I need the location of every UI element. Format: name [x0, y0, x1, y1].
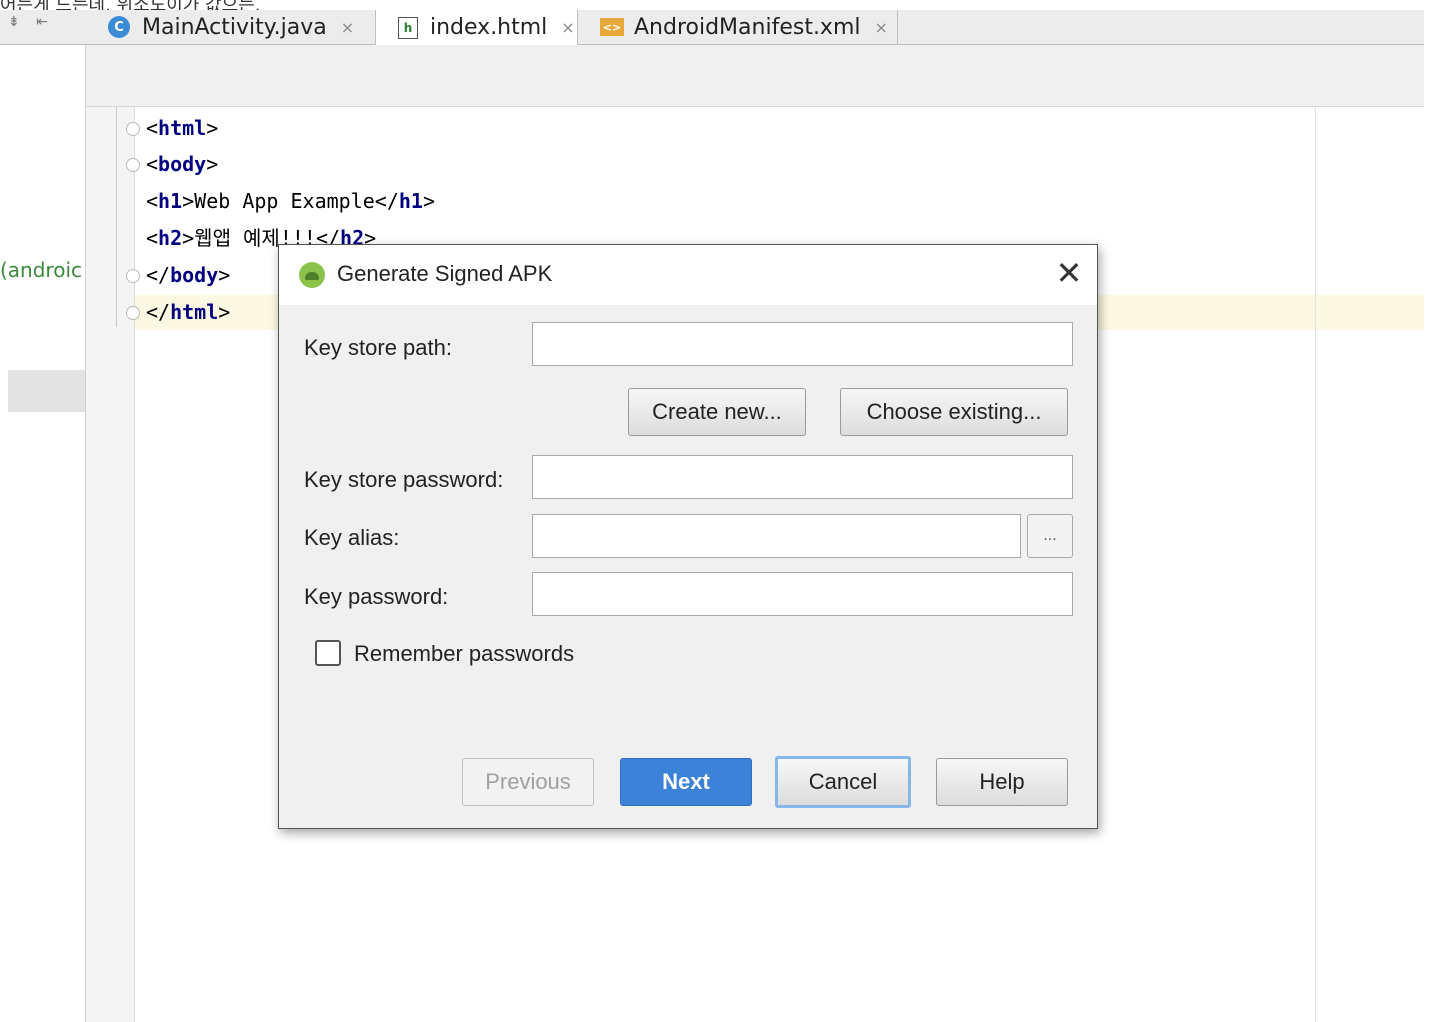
close-icon[interactable]: × — [561, 18, 574, 37]
close-icon[interactable]: × — [875, 18, 888, 37]
code-line[interactable]: <h1>Web App Example</h1> — [146, 189, 435, 213]
tab-toolbar-icons[interactable]: ⇟ ⇤ — [8, 14, 54, 30]
key-password-field[interactable] — [532, 572, 1073, 616]
key-store-password-field[interactable] — [532, 455, 1073, 499]
tab-label: AndroidManifest.xml — [634, 14, 861, 40]
project-panel-selection[interactable] — [8, 370, 85, 412]
close-icon[interactable]: ✕ — [1049, 253, 1089, 293]
fold-icon[interactable] — [126, 306, 140, 320]
key-store-path-label: Key store path: — [304, 335, 452, 360]
remember-passwords-checkbox[interactable] — [315, 640, 341, 666]
key-password-label: Key password: — [304, 584, 449, 609]
dialog-title: Generate Signed APK — [337, 261, 553, 286]
tab-label: MainActivity.java — [142, 14, 327, 40]
remember-passwords-label[interactable]: Remember passwords — [354, 641, 574, 667]
html-file-icon: h — [398, 16, 418, 39]
close-icon[interactable]: × — [341, 18, 354, 37]
gutter-divider — [116, 107, 117, 327]
key-alias-field[interactable] — [532, 514, 1021, 558]
tab-mainactivity[interactable]: C MainActivity.java × — [86, 10, 376, 44]
previous-button[interactable]: Previous — [462, 758, 594, 806]
key-alias-label: Key alias: — [304, 525, 400, 550]
fold-icon[interactable] — [126, 269, 140, 283]
fold-icon[interactable] — [126, 122, 140, 136]
tab-index-html[interactable]: h index.html × — [376, 10, 578, 45]
cancel-button[interactable]: Cancel — [775, 756, 911, 808]
java-class-icon: C — [108, 16, 130, 38]
editor-gutter — [86, 107, 135, 1022]
next-button[interactable]: Next — [620, 758, 752, 806]
tab-androidmanifest[interactable]: <> AndroidManifest.xml × — [578, 10, 898, 44]
code-line[interactable]: <body> — [146, 152, 218, 176]
code-line[interactable]: <html> — [146, 116, 218, 140]
key-alias-browse-button[interactable]: ... — [1027, 514, 1073, 558]
project-panel: (androic — [0, 45, 86, 1022]
android-studio-icon — [299, 262, 325, 288]
code-line[interactable]: </html> — [146, 300, 230, 324]
project-panel-text: (androic — [0, 258, 83, 282]
editor-breadcrumb-bar — [86, 45, 1424, 107]
right-margin-guide — [1315, 107, 1316, 1022]
code-line[interactable]: </body> — [146, 263, 230, 287]
key-store-password-label: Key store password: — [304, 467, 504, 492]
create-new-button[interactable]: Create new... — [628, 388, 806, 436]
xml-file-icon: <> — [600, 18, 624, 36]
key-store-path-field[interactable] — [532, 322, 1073, 366]
dialog-title-bar[interactable]: Generate Signed APK ✕ — [279, 245, 1097, 305]
editor-tab-bar: ⇟ ⇤ C MainActivity.java × h index.html ×… — [0, 10, 1424, 45]
tab-label: index.html — [430, 15, 548, 40]
choose-existing-button[interactable]: Choose existing... — [840, 388, 1068, 436]
fold-icon[interactable] — [126, 158, 140, 172]
generate-signed-apk-dialog: Generate Signed APK ✕ Key store path: Cr… — [278, 244, 1098, 829]
help-button[interactable]: Help — [936, 758, 1068, 806]
